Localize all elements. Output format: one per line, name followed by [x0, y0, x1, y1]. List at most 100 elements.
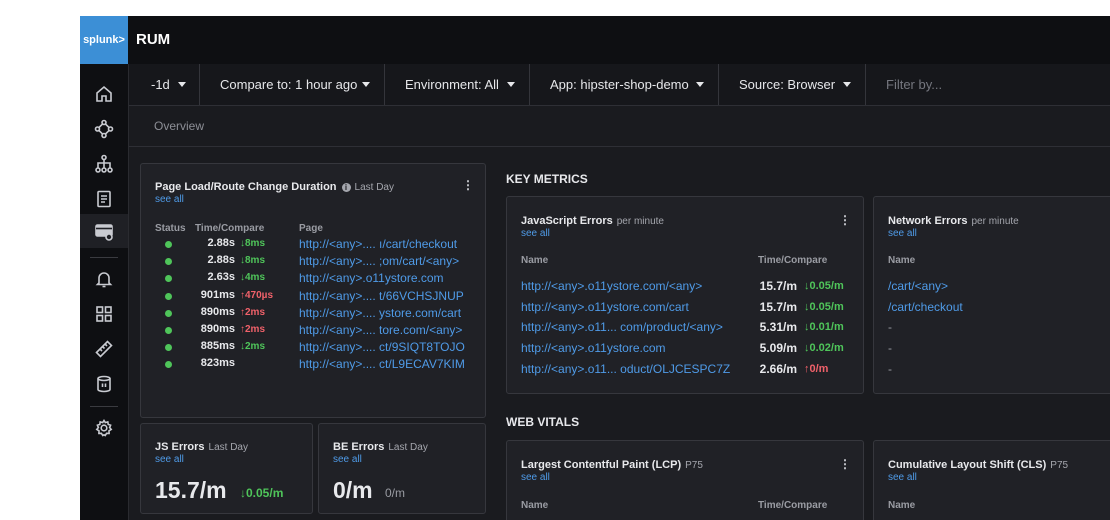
service-map-icon[interactable] — [94, 119, 114, 139]
network-url-link[interactable]: /cart/<any> — [888, 279, 948, 293]
card-title: Network Errors — [888, 215, 968, 227]
error-url-link[interactable]: http://<any>.o11ystore.com — [521, 341, 666, 355]
error-delta: ↓0.02/m — [804, 342, 844, 355]
card-title: Largest Contentful Paint (LCP) — [521, 459, 682, 471]
javascript-errors-card: JavaScript Errors per minute see all ⋮ Na… — [506, 196, 864, 394]
environment-label: Environment: All — [405, 77, 499, 92]
name-header: Name — [888, 255, 916, 266]
splunk-logo[interactable]: splunk> — [80, 16, 128, 64]
error-rate: 15.7/m — [759, 299, 797, 314]
chevron-down-icon — [696, 82, 704, 87]
chevron-down-icon — [362, 82, 370, 87]
card-subtitle: per minute — [616, 216, 664, 227]
be-errors-card: BE Errors Last Day see all 0/m 0/m — [318, 423, 486, 514]
cls-card: Cumulative Layout Shift (CLS) P75 see all… — [873, 440, 1110, 520]
error-rate: 5.09/m — [759, 341, 797, 356]
error-url-link[interactable]: http://<any>.o11ystore.com/<any> — [521, 279, 702, 293]
error-delta: ↓0.05/m — [804, 300, 844, 313]
more-options-icon[interactable]: ⋮ — [839, 213, 851, 227]
row-delta: ↑2ms — [240, 306, 266, 318]
row-delta: ↓2ms — [240, 341, 266, 353]
row-time: 2.88s — [207, 237, 235, 249]
rum-app: splunk> RUM -1d Compare to: 1 hour ago E… — [80, 16, 1110, 520]
row-time: 2.63s — [207, 271, 235, 284]
see-all-link[interactable]: see all — [888, 228, 917, 239]
row-delta: ↓8ms — [240, 238, 266, 249]
javascript-errors-title: JavaScript Errors per minute — [521, 215, 664, 227]
page-link[interactable]: http://<any>.... ct/L9ECAV7KIM — [299, 357, 465, 371]
app-dropdown[interactable]: App: hipster-shop-demo — [530, 64, 719, 105]
card-subtitle: P75 — [685, 460, 703, 471]
tab-bar: Overview — [129, 106, 1110, 147]
card-subtitle: Last Day — [208, 442, 248, 453]
row-time: 885ms — [200, 340, 235, 353]
page-link[interactable]: http://<any>.... t/66VCHSJNUP — [299, 289, 464, 303]
filter-input[interactable]: Filter by... — [866, 64, 942, 105]
lcp-card: Largest Contentful Paint (LCP) P75 see al… — [506, 440, 864, 520]
error-rate: 5.31/m — [759, 320, 797, 335]
empty-row: - — [888, 341, 892, 356]
top-bar: splunk> RUM — [80, 16, 1110, 64]
card-subtitle: P75 — [1050, 460, 1069, 471]
status-dot — [165, 258, 172, 266]
page-link[interactable]: http://<any>.... ;om/cart/<any> — [299, 254, 459, 268]
page-link[interactable]: http://<any>.o11ystore.com — [299, 271, 444, 285]
see-all-link[interactable]: see all — [521, 228, 550, 239]
gear-icon[interactable] — [94, 418, 114, 438]
error-url-link[interactable]: http://<any>.o11ystore.com/cart — [521, 300, 689, 314]
page-load-card: Page Load/Route Change Duration i Last Day… — [140, 163, 486, 418]
status-header: Status — [155, 223, 186, 234]
web-vitals-heading: WEB VITALS — [506, 415, 580, 429]
row-time: 823ms — [200, 357, 235, 370]
bell-icon[interactable] — [94, 269, 114, 289]
page-link[interactable]: http://<any>.... tore.com/<any> — [299, 323, 462, 337]
see-all-link[interactable]: see all — [888, 472, 917, 483]
error-url-link[interactable]: http://<any>.o11... com/product/<any> — [521, 320, 723, 334]
tab-overview[interactable]: Overview — [154, 119, 204, 133]
info-icon[interactable]: i — [341, 183, 351, 192]
database-icon[interactable] — [94, 374, 114, 394]
rum-browser-icon[interactable] — [94, 222, 114, 242]
chevron-down-icon — [843, 82, 851, 87]
sidebar-divider — [90, 406, 118, 407]
page-link[interactable]: http://<any>.... ystore.com/cart — [299, 306, 461, 320]
error-url-link[interactable]: http://<any>.o11... oduct/OLJCESPC7Z — [521, 362, 730, 376]
key-metrics-heading: KEY METRICS — [506, 172, 588, 186]
app-title: RUM — [136, 31, 171, 48]
see-all-link[interactable]: see all — [521, 472, 550, 483]
chevron-down-icon — [507, 82, 515, 87]
see-all-link[interactable]: see all — [333, 454, 362, 465]
error-rate: 15.7/m — [759, 279, 797, 293]
row-time: 901ms — [200, 288, 235, 301]
row-delta: ↑2ms — [240, 324, 266, 335]
see-all-link[interactable]: see all — [155, 194, 184, 205]
status-dot — [165, 241, 172, 248]
time-compare-header: Time/Compare — [758, 500, 828, 511]
page-link[interactable]: http://<any>.... ı/cart/checkout — [299, 237, 457, 251]
document-icon[interactable] — [94, 189, 114, 209]
compare-dropdown[interactable]: Compare to: 1 hour ago — [200, 64, 385, 105]
js-errors-card: JS Errors Last Day see all 15.7/m ↓0.05/m — [140, 423, 313, 514]
compare-label: Compare to: 1 hour ago — [220, 77, 358, 92]
environment-dropdown[interactable]: Environment: All — [385, 64, 530, 105]
see-all-link[interactable]: see all — [155, 454, 184, 465]
error-delta: ↓0.05/m — [804, 280, 844, 292]
hierarchy-icon[interactable] — [94, 154, 114, 174]
card-title: BE Errors — [333, 441, 385, 453]
error-delta: ↑0/m — [804, 362, 829, 375]
network-errors-title: Network Errors per minute — [888, 215, 1019, 227]
ruler-icon[interactable] — [94, 339, 114, 359]
row-time: 890ms — [200, 305, 235, 318]
more-options-icon[interactable]: ⋮ — [462, 178, 474, 192]
dashboards-icon[interactable] — [94, 304, 114, 324]
status-dot — [165, 292, 172, 300]
app-label: App: hipster-shop-demo — [550, 77, 689, 92]
home-icon[interactable] — [94, 84, 114, 104]
empty-row: - — [888, 320, 892, 335]
network-url-link[interactable]: /cart/checkout — [888, 300, 963, 314]
more-options-icon[interactable]: ⋮ — [839, 457, 851, 471]
name-header: Name — [521, 255, 549, 266]
time-range-dropdown[interactable]: -1d — [129, 64, 200, 105]
page-link[interactable]: http://<any>.... ct/9SIQT8TOJO — [299, 340, 465, 354]
source-dropdown[interactable]: Source: Browser — [719, 64, 866, 105]
